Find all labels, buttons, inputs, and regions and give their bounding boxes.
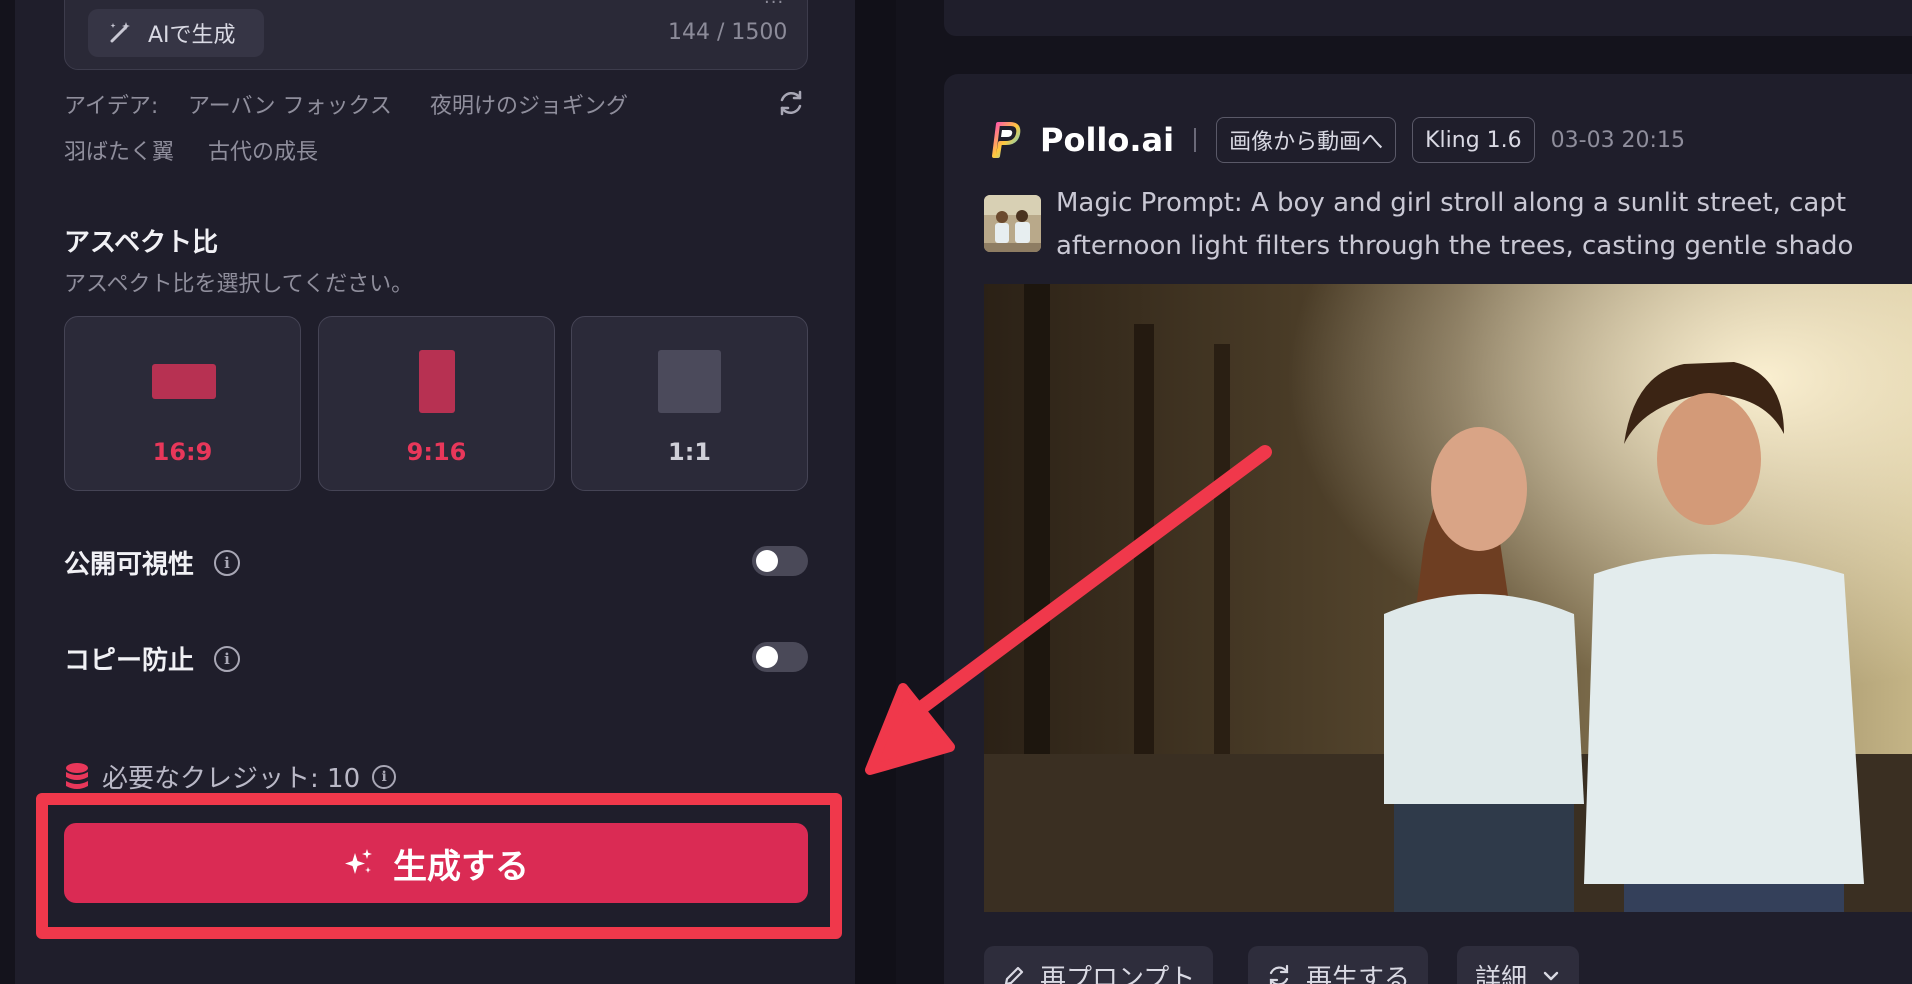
copy-protection-toggle[interactable]	[752, 642, 808, 672]
reprompt-button[interactable]: 再プロンプト	[984, 946, 1214, 984]
credits-text: 必要なクレジット: 10	[102, 764, 361, 794]
ai-generate-label: AIで生成	[148, 23, 236, 48]
idea-chip[interactable]: 古代の成長	[208, 134, 318, 166]
source-thumbnail[interactable]	[984, 195, 1041, 252]
ai-generate-button[interactable]: AIで生成	[88, 9, 264, 57]
separator	[1194, 128, 1197, 152]
generated-video-preview[interactable]	[984, 284, 1912, 912]
info-icon[interactable]: i	[214, 645, 241, 672]
aspect-ratio-title: アスペクト比	[64, 228, 219, 258]
toggle-knob	[756, 550, 778, 572]
public-visibility-row: 公開可視性 i	[64, 544, 241, 581]
char-counter: 144 / 1500	[668, 20, 788, 45]
panel-divider	[855, 0, 896, 984]
details-label: 詳細	[1475, 963, 1528, 984]
aspect-option-label: 16:9	[152, 438, 213, 466]
copy-protection-label: コピー防止	[64, 646, 195, 676]
idea-chip[interactable]: アーバン フォックス	[188, 88, 392, 120]
portrait-shape-icon	[419, 350, 455, 413]
square-shape-icon	[658, 350, 721, 413]
credits-info: 必要なクレジット: 10 i	[64, 758, 397, 795]
pencil-icon	[1004, 966, 1024, 984]
chevron-down-icon	[1543, 971, 1559, 981]
sparkle-icon	[345, 849, 372, 874]
aspect-ratio-subtitle: アスペクト比を選択してください。	[64, 272, 414, 297]
magic-prompt-text: Magic Prompt: A boy and girl stroll alon…	[1056, 182, 1912, 268]
aspect-option-1-1[interactable]: 1:1	[571, 316, 808, 491]
aspect-option-label: 1:1	[668, 438, 711, 466]
refresh-icon	[1269, 964, 1289, 984]
regenerate-label: 再生する	[1306, 963, 1411, 984]
info-icon[interactable]: i	[372, 764, 397, 789]
reprompt-label: 再プロンプト	[1040, 963, 1196, 984]
timestamp: 03-03 20:15	[1550, 127, 1685, 153]
coins-icon	[66, 762, 88, 789]
aspect-option-16-9[interactable]: 16:9	[64, 316, 301, 491]
refresh-ideas-icon[interactable]	[776, 88, 806, 118]
idea-chip[interactable]: 羽ばたく翼	[64, 134, 174, 166]
previous-result-card	[944, 0, 1912, 36]
mode-tag: 画像から動画へ	[1216, 117, 1397, 163]
landscape-shape-icon	[152, 364, 216, 399]
regenerate-button[interactable]: 再生する	[1248, 946, 1429, 984]
details-dropdown[interactable]: 詳細	[1457, 946, 1580, 984]
more-dots-icon[interactable]: ···	[764, 0, 784, 13]
magic-wand-icon	[106, 19, 134, 47]
aspect-option-label: 9:16	[406, 438, 467, 466]
magic-prompt-line: Magic Prompt: A boy and girl stroll alon…	[1056, 188, 1847, 218]
pollo-logo-icon	[992, 122, 1021, 158]
aspect-option-9-16[interactable]: 9:16	[318, 316, 555, 491]
toggle-knob	[756, 646, 778, 668]
generate-button-label: 生成する	[393, 846, 529, 887]
info-icon[interactable]: i	[214, 549, 241, 576]
ideas-label: アイデア:	[64, 94, 159, 119]
result-header: Pollo.ai 画像から動画へ Kling 1.6 03-03 20:15	[984, 117, 1685, 163]
public-visibility-toggle[interactable]	[752, 546, 808, 576]
public-visibility-label: 公開可視性	[64, 550, 195, 580]
magic-prompt-line: afternoon light filters through the tree…	[1056, 231, 1854, 261]
idea-chip[interactable]: 夜明けのジョギング	[430, 88, 628, 120]
copy-protection-row: コピー防止 i	[64, 640, 241, 677]
model-tag: Kling 1.6	[1412, 117, 1535, 163]
brand-name: Pollo.ai	[1040, 121, 1175, 159]
generate-button[interactable]: 生成する	[64, 823, 808, 903]
